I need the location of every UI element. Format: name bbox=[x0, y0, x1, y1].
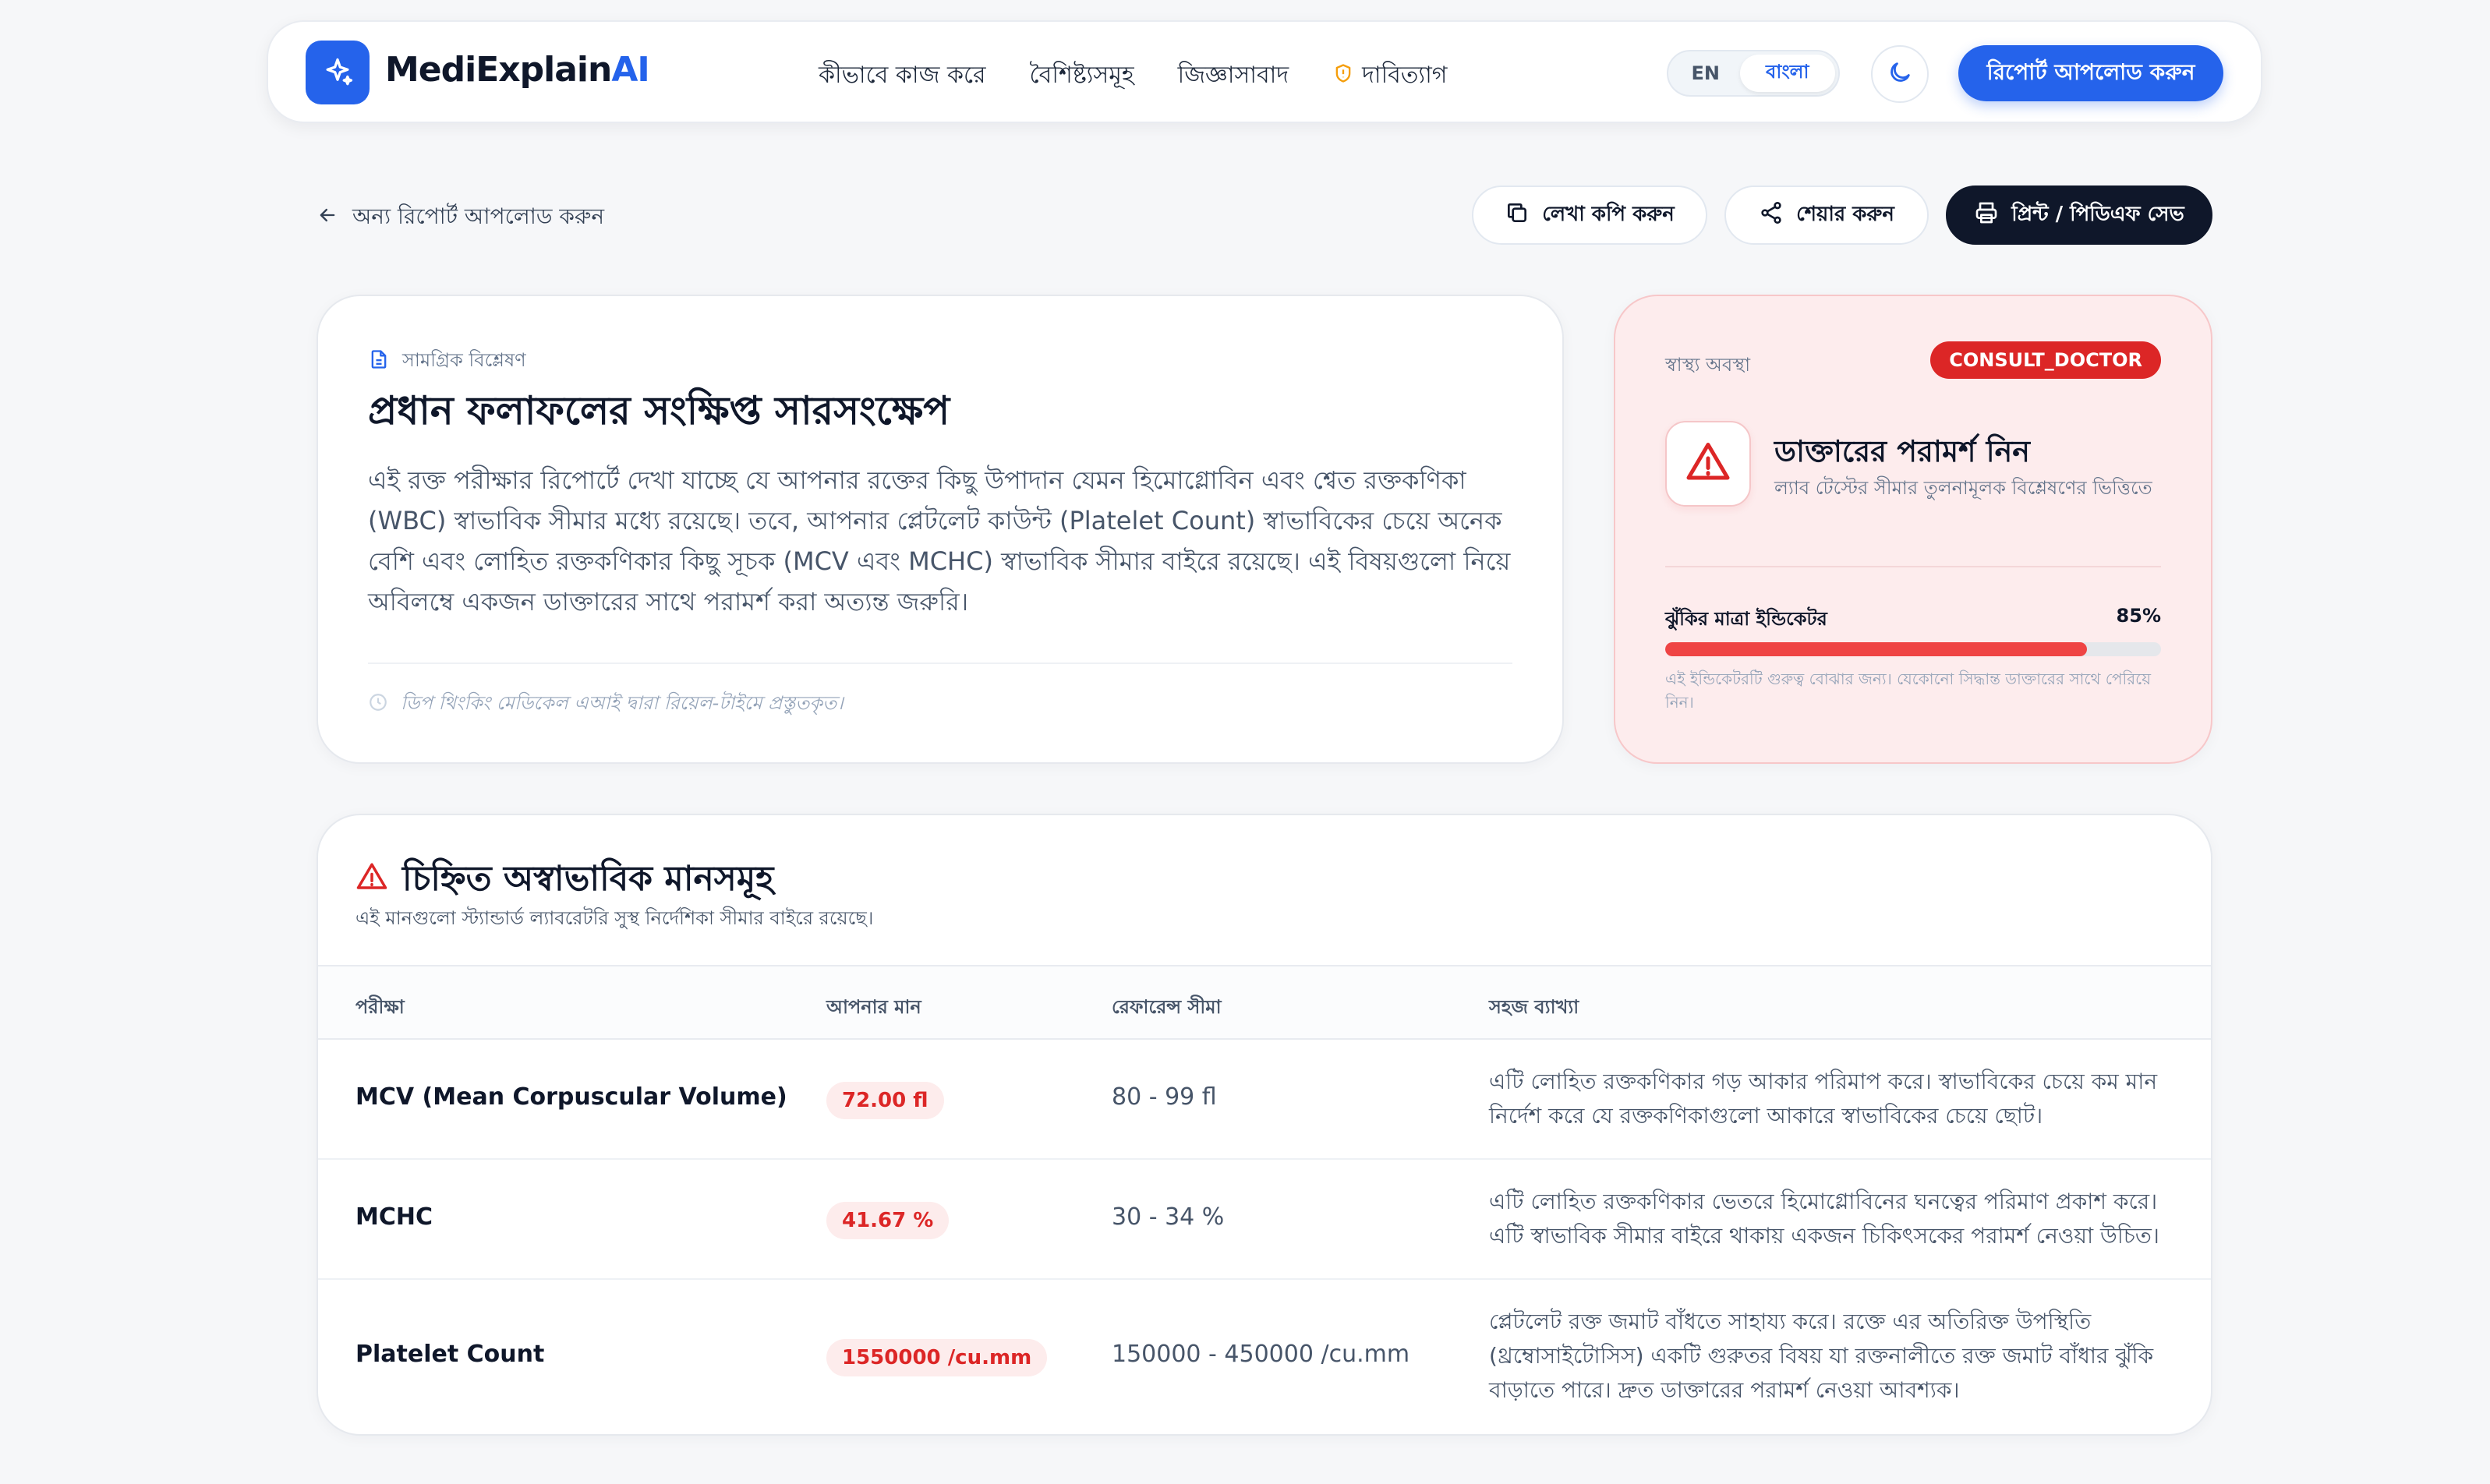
row-test-name: Platelet Count bbox=[355, 1341, 545, 1368]
row-reference-range: 150000 - 450000 /cu.mm bbox=[1112, 1341, 1410, 1368]
status-subtitle: ল্যাব টেস্টের সীমার তুলনামূলক বিশ্লেষণের… bbox=[1774, 477, 2152, 499]
column-header-explanation: সহজ ব্যাখ্যা bbox=[1489, 996, 1579, 1018]
table-header: পরীক্ষা আপনার মান রেফারেন্স সীমা সহজ ব্য… bbox=[318, 965, 2211, 1040]
warning-triangle-icon bbox=[1685, 439, 1731, 489]
summary-footer-text: ডিপ থিংকিং মেডিকেল এআই দ্বারা রিয়েল-টাই… bbox=[401, 692, 844, 714]
copy-text-button[interactable]: লেখা কপি করুন bbox=[1472, 186, 1707, 245]
column-header-value: আপনার মান bbox=[826, 996, 921, 1018]
nav-disclaimer-label: দাবিত্যাগ bbox=[1362, 62, 1448, 89]
top-navbar: MediExplainAI কীভাবে কাজ করে বৈশিষ্ট্যসম… bbox=[267, 20, 2262, 123]
copy-icon bbox=[1505, 200, 1530, 231]
summary-section-label: সামগ্রিক বিশ্লেষণ bbox=[368, 346, 526, 377]
column-header-test: পরীক্ষা bbox=[355, 996, 405, 1018]
print-pdf-label: প্রিন্ট / পিডিএফ সেভ bbox=[2011, 203, 2184, 226]
summary-divider bbox=[368, 662, 1512, 664]
alert-triangle-icon bbox=[355, 860, 388, 902]
risk-progress-track bbox=[1665, 642, 2161, 656]
status-divider bbox=[1665, 566, 2161, 567]
abnormal-values-card: চিহ্নিত অস্বাভাবিক মানসমূহ এই মানগুলো স্… bbox=[317, 814, 2212, 1436]
table-row: MCHC 41.67 % 30 - 34 % এটি লোহিত রক্তকণি… bbox=[318, 1160, 2211, 1280]
risk-percent: 85% bbox=[2116, 605, 2161, 627]
summary-card: সামগ্রিক বিশ্লেষণ প্রধান ফলাফলের সংক্ষিপ… bbox=[317, 295, 1564, 764]
row-reference-range: 30 - 34 % bbox=[1112, 1203, 1225, 1231]
row-explanation: এটি লোহিত রক্তকণিকার গড় আকার পরিমাপ করে… bbox=[1489, 1069, 2158, 1129]
status-title: ডাক্তারের পরামর্শ নিন bbox=[1774, 434, 2030, 468]
lang-bn-option[interactable]: বাংলা bbox=[1739, 55, 1835, 92]
abnormal-title: চিহ্নিত অস্বাভাবিক মানসমূহ bbox=[355, 853, 773, 910]
abnormal-subtitle: এই মানগুলো স্ট্যান্ডার্ড ল্যাবরেটরি সুস্… bbox=[355, 907, 874, 929]
table-row: MCV (Mean Corpuscular Volume) 72.00 fl 8… bbox=[318, 1040, 2211, 1160]
back-link-label: অন্য রিপোর্ট আপলোড করুন bbox=[352, 203, 605, 229]
summary-body: এই রক্ত পরীক্ষার রিপোর্টে দেখা যাচ্ছে যে… bbox=[368, 465, 1511, 617]
document-icon bbox=[368, 348, 390, 375]
abnormal-title-text: চিহ্নিত অস্বাভাবিক মানসমূহ bbox=[402, 859, 774, 899]
logo-sparkle-icon[interactable] bbox=[306, 41, 370, 104]
risk-progress-fill bbox=[1665, 642, 2087, 656]
risk-note: এই ইন্ডিকেটরটি গুরুত্ব বোঝার জন্য। যেকোন… bbox=[1665, 670, 2151, 712]
row-value-badge: 1550000 /cu.mm bbox=[826, 1339, 1048, 1376]
share-button[interactable]: শেয়ার করুন bbox=[1724, 186, 1929, 245]
printer-icon bbox=[1974, 200, 1999, 231]
summary-label-text: সামগ্রিক বিশ্লেষণ bbox=[402, 349, 526, 371]
column-header-reference: রেফারেন্স সীমা bbox=[1112, 996, 1222, 1018]
nav-how-it-works[interactable]: কীভাবে কাজ করে bbox=[819, 56, 986, 96]
shield-icon bbox=[1332, 62, 1354, 90]
copy-text-label: লেখা কপি করুন bbox=[1542, 203, 1675, 226]
health-status-card: স্বাস্থ্য অবস্থা CONSULT_DOCTOR ডাক্তারে… bbox=[1614, 295, 2212, 764]
moon-icon bbox=[1887, 59, 1913, 89]
row-value-badge: 41.67 % bbox=[826, 1202, 950, 1239]
summary-title: প্রধান ফলাফলের সংক্ষিপ্ত সারসংক্ষেপ bbox=[368, 388, 950, 433]
health-status-label: স্বাস্থ্য অবস্থা bbox=[1665, 354, 1751, 376]
row-reference-range: 80 - 99 fl bbox=[1112, 1083, 1217, 1111]
clock-icon bbox=[368, 692, 388, 717]
nav-links: কীভাবে কাজ করে বৈশিষ্ট্যসমূহ জিজ্ঞাসাবাদ… bbox=[819, 56, 1447, 96]
lang-en-option[interactable]: EN bbox=[1671, 55, 1740, 92]
dark-mode-toggle[interactable] bbox=[1871, 45, 1929, 103]
share-label: শেয়ার করুন bbox=[1796, 203, 1894, 226]
row-explanation: প্লেটলেট রক্ত জমাট বাঁধতে সাহায্য করে। র… bbox=[1489, 1309, 2154, 1403]
language-toggle: EN বাংলা bbox=[1667, 50, 1840, 97]
row-explanation: এটি লোহিত রক্তকণিকার ভেতরে হিমোগ্লোবিনের… bbox=[1489, 1189, 2159, 1249]
brand-main: MediExplain bbox=[385, 50, 612, 90]
share-icon bbox=[1759, 200, 1784, 231]
arrow-left-icon bbox=[317, 204, 338, 231]
row-test-name: MCHC bbox=[355, 1203, 433, 1231]
brand-accent: AI bbox=[611, 50, 649, 90]
risk-indicator-label: ঝুঁকির মাত্রা ইন্ডিকেটর bbox=[1665, 608, 1827, 630]
nav-faq[interactable]: জিজ্ঞাসাবাদ bbox=[1178, 56, 1289, 96]
brand-name[interactable]: MediExplainAI bbox=[385, 50, 650, 90]
summary-footer: ডিপ থিংকিং মেডিকেল এআই দ্বারা রিয়েল-টাই… bbox=[368, 689, 844, 720]
status-badge: CONSULT_DOCTOR bbox=[1930, 341, 2161, 379]
back-upload-link[interactable]: অন্য রিপোর্ট আপলোড করুন bbox=[317, 200, 604, 236]
print-pdf-button[interactable]: প্রিন্ট / পিডিএফ সেভ bbox=[1946, 186, 2212, 245]
warning-icon-box bbox=[1665, 421, 1751, 507]
nav-disclaimer[interactable]: দাবিত্যাগ bbox=[1332, 56, 1447, 96]
upload-report-button[interactable]: রিপোর্ট আপলোড করুন bbox=[1958, 45, 2223, 101]
table-row: Platelet Count 1550000 /cu.mm 150000 - 4… bbox=[318, 1280, 2211, 1434]
nav-features[interactable]: বৈশিষ্ট্যসমূহ bbox=[1030, 56, 1134, 96]
row-value-badge: 72.00 fl bbox=[826, 1082, 944, 1119]
row-test-name: MCV (Mean Corpuscular Volume) bbox=[355, 1083, 787, 1111]
